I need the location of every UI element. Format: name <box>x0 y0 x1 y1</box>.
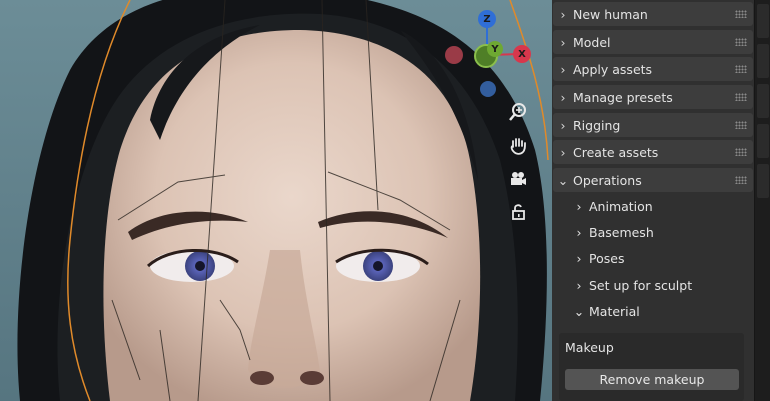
drag-handle-icon[interactable] <box>735 93 747 101</box>
chevron-down-icon: ⌄ <box>573 303 585 319</box>
gizmo-y-axis[interactable]: Y <box>487 41 503 57</box>
panel-create-assets-label: Create assets <box>573 144 659 160</box>
gizmo-z-label: Z <box>483 13 491 25</box>
panel-rigging[interactable]: › Rigging <box>553 113 753 137</box>
chevron-right-icon: › <box>576 250 582 266</box>
panel-manage-presets[interactable]: › Manage presets <box>553 85 753 109</box>
panel-rigging-label: Rigging <box>573 117 621 133</box>
gizmo-y-label: Y <box>491 43 499 55</box>
subpanel-animation[interactable]: › Animation <box>553 194 753 218</box>
subpanel-material-label: Material <box>589 303 640 319</box>
drag-handle-icon[interactable] <box>735 38 747 46</box>
drag-handle-icon[interactable] <box>735 176 747 184</box>
zoom-icon <box>509 103 526 121</box>
subpanel-set-up-for-sculpt-label: Set up for sculpt <box>589 277 693 293</box>
chevron-right-icon: › <box>576 198 582 214</box>
lock-icon <box>512 204 525 220</box>
chevron-right-icon: › <box>560 117 566 133</box>
camera-icon <box>511 172 526 185</box>
chevron-right-icon: › <box>560 89 566 105</box>
chevron-right-icon: › <box>576 277 582 293</box>
drag-handle-icon[interactable] <box>735 148 747 156</box>
subpanel-material[interactable]: ⌄ Material <box>553 299 753 323</box>
subpanel-set-up-for-sculpt[interactable]: › Set up for sculpt <box>553 273 753 297</box>
chevron-right-icon: › <box>560 6 566 22</box>
chevron-down-icon: ⌄ <box>557 172 569 188</box>
gizmo-z-axis[interactable]: Z <box>478 10 496 28</box>
lock-view-button[interactable] <box>506 200 530 224</box>
3d-viewport[interactable]: Z Y X <box>0 0 552 401</box>
gizmo-neg-x[interactable] <box>445 46 463 64</box>
subpanel-basemesh-label: Basemesh <box>589 224 654 240</box>
subpanel-basemesh[interactable]: › Basemesh <box>553 220 753 244</box>
panel-new-human-label: New human <box>573 6 648 22</box>
panel-model-label: Model <box>573 34 611 50</box>
camera-view-button[interactable] <box>506 167 530 191</box>
sidebar-tab[interactable] <box>757 124 769 158</box>
makeup-label: Makeup <box>565 340 614 355</box>
zoom-button[interactable] <box>506 100 530 124</box>
sidebar-tab-strip <box>754 0 770 401</box>
drag-handle-icon[interactable] <box>735 65 747 73</box>
panel-create-assets[interactable]: › Create assets <box>553 140 753 164</box>
gizmo-x-label: X <box>518 48 526 60</box>
sidebar-tab[interactable] <box>757 84 769 118</box>
sidebar-tab[interactable] <box>757 164 769 198</box>
navigation-gizmo[interactable]: Z Y X <box>440 8 535 103</box>
gizmo-neg-z[interactable] <box>480 81 496 97</box>
gizmo-x-axis[interactable]: X <box>513 45 531 63</box>
subpanel-poses[interactable]: › Poses <box>553 246 753 270</box>
pan-hand-icon <box>510 138 526 155</box>
sidebar-tab[interactable] <box>757 44 769 78</box>
panel-manage-presets-label: Manage presets <box>573 89 673 105</box>
chevron-right-icon: › <box>576 224 582 240</box>
pan-button[interactable] <box>506 134 530 158</box>
remove-makeup-button[interactable]: Remove makeup <box>565 369 739 390</box>
sidebar-tab[interactable] <box>757 4 769 38</box>
panel-new-human[interactable]: › New human <box>553 2 753 26</box>
panel-operations[interactable]: ⌄ Operations <box>553 168 753 192</box>
drag-handle-icon[interactable] <box>735 10 747 18</box>
panel-model[interactable]: › Model <box>553 30 753 54</box>
panel-apply-assets-label: Apply assets <box>573 61 653 77</box>
subpanel-animation-label: Animation <box>589 198 653 214</box>
chevron-right-icon: › <box>560 34 566 50</box>
drag-handle-icon[interactable] <box>735 121 747 129</box>
subpanel-poses-label: Poses <box>589 250 625 266</box>
panel-apply-assets[interactable]: › Apply assets <box>553 57 753 81</box>
panel-operations-label: Operations <box>573 172 642 188</box>
chevron-right-icon: › <box>560 61 566 77</box>
chevron-right-icon: › <box>560 144 566 160</box>
